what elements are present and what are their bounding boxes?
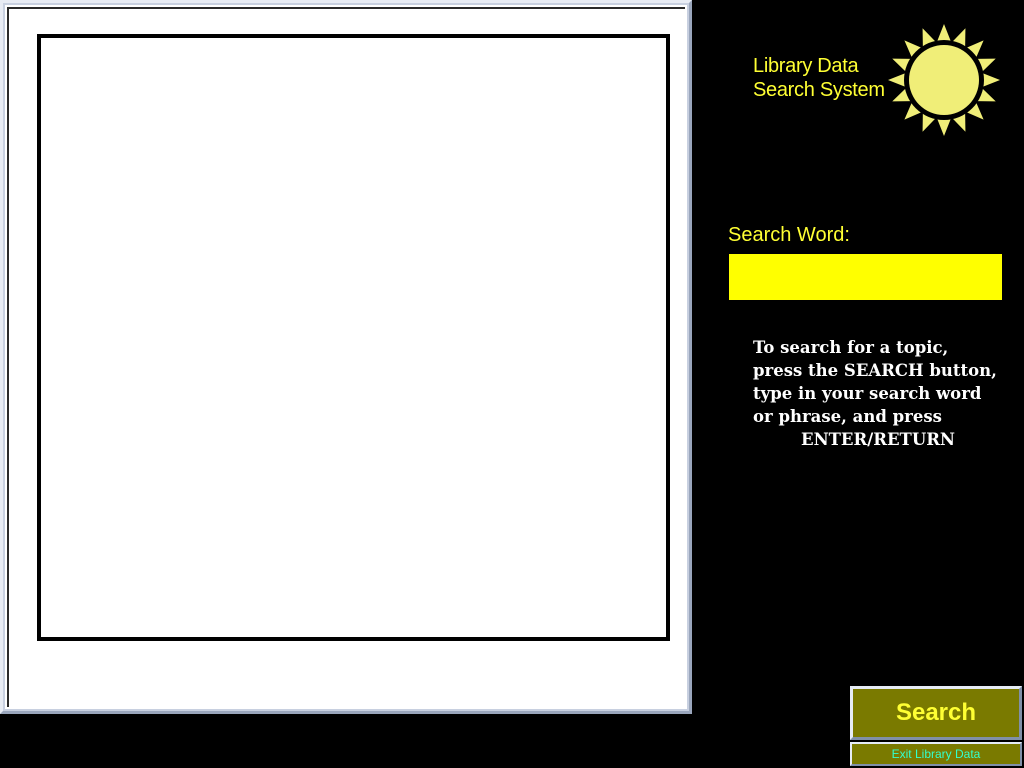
results-window-inner bbox=[9, 9, 687, 709]
search-word-input[interactable] bbox=[729, 254, 1002, 300]
results-window bbox=[0, 0, 692, 714]
instruction-line-5: ENTER/RETURN bbox=[801, 430, 956, 449]
search-button[interactable]: Search bbox=[850, 686, 1022, 740]
search-instructions: To search for a topic, press the SEARCH … bbox=[753, 336, 1003, 451]
instruction-line-2: press the SEARCH button, bbox=[753, 361, 997, 380]
results-display-area[interactable] bbox=[37, 34, 670, 641]
app-title-line-2: Search System bbox=[753, 79, 885, 101]
search-word-label: Search Word: bbox=[728, 224, 850, 246]
exit-library-data-button[interactable]: Exit Library Data bbox=[850, 742, 1022, 766]
app-title-line-1: Library Data bbox=[753, 55, 859, 77]
app-title: Library Data Search System bbox=[753, 54, 885, 102]
instruction-line-1: To search for a topic, bbox=[753, 338, 949, 357]
library-search-screen: Library Data Search System Search Word: … bbox=[0, 0, 1024, 768]
sun-icon bbox=[888, 24, 1000, 136]
instruction-line-4: or phrase, and press bbox=[753, 407, 942, 426]
instruction-line-3: type in your search word bbox=[753, 384, 982, 403]
